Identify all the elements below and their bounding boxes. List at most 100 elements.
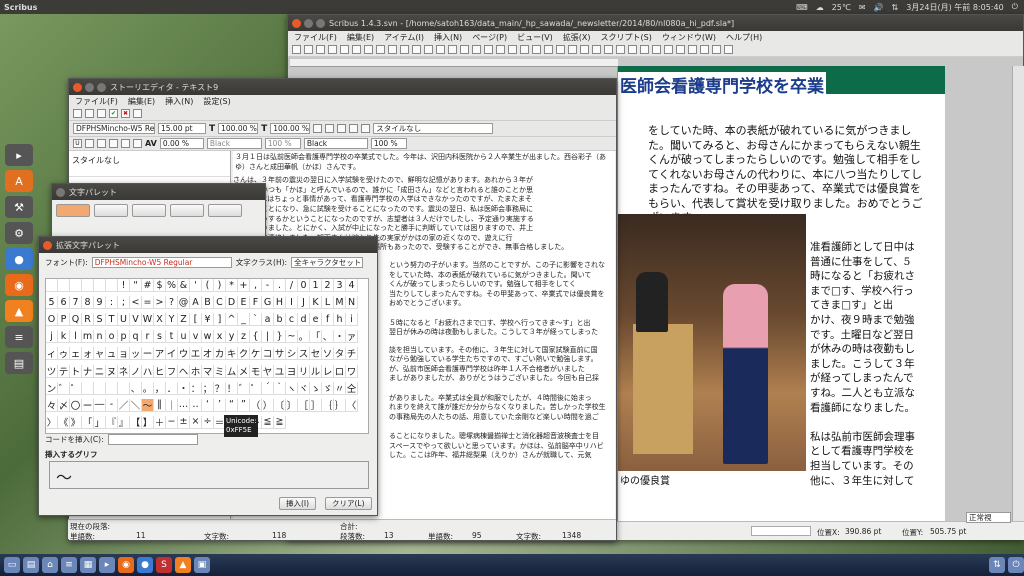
char-cell[interactable]: = (142, 296, 154, 310)
char-cell[interactable]: イ (166, 347, 178, 361)
char-cell[interactable]: & (178, 279, 190, 292)
char-cell[interactable]: ｀ (274, 381, 286, 395)
char-cell[interactable]: J (298, 296, 310, 310)
char-cell[interactable]: ロ (334, 364, 346, 378)
char-cell[interactable]: ハ (142, 364, 154, 378)
char-cell[interactable] (94, 381, 106, 395)
char-cell[interactable]: U (118, 313, 130, 327)
se-menu-file[interactable]: ファイル(F) (75, 96, 118, 107)
open-icon[interactable] (304, 45, 313, 54)
align-justify-icon[interactable] (349, 124, 359, 133)
char-cell[interactable]: ン (46, 381, 58, 395)
headline[interactable]: 医師会看護専門学校を卒業 (618, 72, 826, 97)
char-cell[interactable]: エ (190, 347, 202, 361)
char-cell[interactable]: ヽ (286, 381, 298, 395)
char-cell[interactable]: ィ (46, 347, 58, 361)
copy-icon[interactable] (412, 45, 421, 54)
minimize-icon[interactable] (304, 18, 313, 28)
char-cell[interactable]: > (154, 296, 166, 310)
char-cell[interactable]: ヒ (154, 364, 166, 378)
menu-edit[interactable]: 編集(E) (347, 32, 374, 43)
char-cell[interactable]: タ (334, 347, 346, 361)
char-cell[interactable]: ” (238, 398, 250, 412)
firefox-icon[interactable]: ◉ (118, 557, 134, 573)
char-cell[interactable]: d (298, 313, 310, 327)
char-cell[interactable]: オ (202, 347, 214, 361)
char-cell[interactable]: 4 (346, 279, 358, 292)
rotate-icon[interactable] (556, 45, 565, 54)
char-cell[interactable]: シ (286, 347, 298, 361)
char-cell[interactable]: ＼ (130, 398, 142, 412)
char-cell[interactable]: _ (238, 313, 250, 327)
char-cell[interactable]: 。 (298, 330, 310, 344)
char-cell[interactable]: ― (94, 398, 106, 412)
pdf-field-icon[interactable] (664, 45, 673, 54)
line-icon[interactable] (520, 45, 529, 54)
char-cell[interactable]: ： (190, 381, 202, 395)
char-cell[interactable]: 〃 (334, 381, 346, 395)
char-cell[interactable]: 。 (142, 381, 154, 395)
tools-icon[interactable]: ⚒ (5, 196, 33, 218)
char-cell[interactable]: ゛ (238, 381, 250, 395)
char-cell[interactable]: Y (166, 313, 178, 327)
char-cell[interactable]: ゜ (70, 381, 82, 395)
char-cell[interactable]: 〜 (142, 398, 154, 412)
char-cell[interactable]: チ (346, 347, 358, 361)
char-cell[interactable] (82, 381, 94, 395)
se-stroke-color[interactable]: Black (206, 138, 262, 149)
char-cell[interactable]: ) (214, 279, 226, 292)
se-scale-height[interactable]: 100.00 % (270, 123, 311, 134)
chrome-icon[interactable]: ● (5, 248, 33, 270)
char-cell[interactable] (82, 279, 94, 292)
superscript-icon[interactable] (97, 139, 106, 148)
char-cell[interactable]: F (250, 296, 262, 310)
char-cell[interactable]: N (346, 296, 358, 310)
char-cell[interactable]: E (238, 296, 250, 310)
char-cell[interactable]: I (286, 296, 298, 310)
char-cell[interactable]: ス (298, 347, 310, 361)
char-cell[interactable]: V (130, 313, 142, 327)
pdf-icon[interactable] (364, 45, 373, 54)
char-cell[interactable] (106, 381, 118, 395)
menu-insert[interactable]: 挿入(N) (434, 32, 462, 43)
style-cell[interactable]: スタイルなし (69, 151, 230, 177)
story-first-paragraph[interactable]: ３月１日は弘前医師会看護専門学校の卒業式でした。今年は、沢田内科医院から２人卒業… (235, 153, 613, 172)
char-cell[interactable]: ミ (214, 364, 226, 378)
char-cell[interactable]: − (166, 415, 178, 429)
doc-text-top[interactable]: をしていた時、本の表紙が破れているに気がつきまし た。聞いてみると、お母さんにか… (648, 124, 944, 226)
char-cell[interactable]: 』 (118, 415, 130, 429)
char-cell[interactable]: ・ (178, 381, 190, 395)
se-style-select[interactable]: スタイルなし (373, 123, 494, 134)
char-cell[interactable]: ワ (346, 364, 358, 378)
char-cell[interactable]: L (322, 296, 334, 310)
menu-script[interactable]: スクリプト(S) (601, 32, 652, 43)
char-cell[interactable]: メ (238, 364, 250, 378)
palette-slot-4[interactable] (170, 204, 204, 217)
char-cell[interactable]: レ (322, 364, 334, 378)
char-cell[interactable]: ゝ (310, 381, 322, 395)
keyboard-icon[interactable]: ⌨ (796, 3, 808, 12)
menu-extras[interactable]: 拡張(X) (563, 32, 591, 43)
network-icon[interactable]: ⇅ (989, 557, 1005, 573)
home-icon[interactable]: ⌂ (42, 557, 58, 573)
char-cell[interactable]: q (130, 330, 142, 344)
char-cell[interactable]: * (226, 279, 238, 292)
char-cell[interactable]: e (310, 313, 322, 327)
char-cell[interactable]: ≦ (262, 415, 274, 429)
char-cell[interactable] (70, 279, 82, 292)
ext-font-select[interactable]: DFPHSMincho-W5 Regular (91, 257, 232, 268)
char-cell[interactable]: ` (250, 313, 262, 327)
vlc-icon[interactable]: ▲ (175, 557, 191, 573)
outline-icon[interactable] (121, 139, 130, 148)
align-forced-icon[interactable] (361, 124, 371, 133)
align-center-icon[interactable] (325, 124, 335, 133)
print-icon[interactable] (340, 45, 349, 54)
char-cell[interactable]: ゛ (58, 381, 70, 395)
menu-page[interactable]: ページ(P) (472, 32, 507, 43)
freehand-icon[interactable] (544, 45, 553, 54)
char-cell[interactable]: ュ (106, 347, 118, 361)
table-icon[interactable] (484, 45, 493, 54)
font-prefs-icon[interactable] (133, 109, 142, 118)
char-cell[interactable]: B (202, 296, 214, 310)
char-cell[interactable]: 〕 (286, 398, 298, 412)
